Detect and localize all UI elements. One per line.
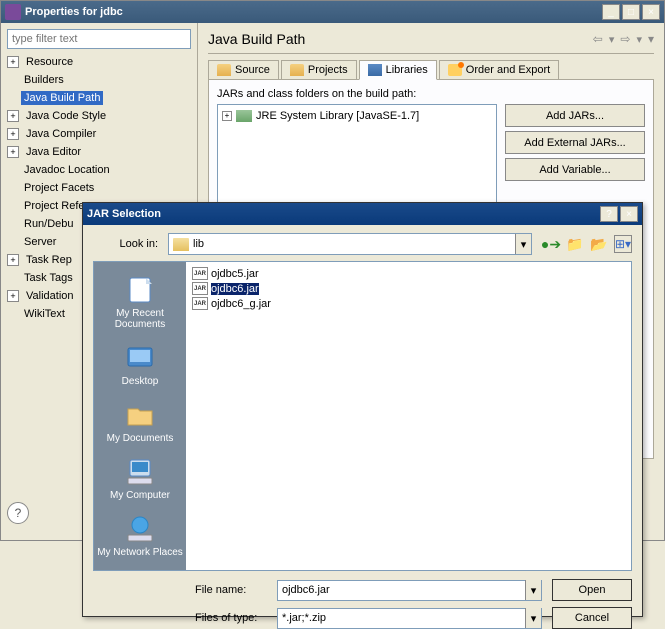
forward-arrow-icon[interactable]: ⇨ [620,32,630,46]
expand-icon[interactable]: + [7,56,19,68]
dialog-titlebar[interactable]: JAR Selection ? × [83,203,642,225]
jar-icon: JAR [192,267,208,280]
close-button[interactable]: × [620,206,638,222]
order-icon [448,64,462,76]
tab-source[interactable]: Source [208,60,279,79]
library-row[interactable]: + JRE System Library [JavaSE-1.7] [222,109,492,123]
tree-taskrepo[interactable]: Task Rep [23,253,75,267]
recent-documents-icon [124,274,156,306]
lookin-label: Look in: [93,238,158,250]
maximize-button[interactable]: □ [622,4,640,20]
cancel-button[interactable]: Cancel [552,607,632,629]
filetype-dropdown[interactable]: *.jar;*.zip ▾ [277,608,542,629]
tabs: Source Projects Libraries Order and Expo… [208,60,654,79]
new-folder-icon[interactable]: 📂 [590,235,608,253]
view-menu-icon[interactable]: ⊞▾ [614,235,632,253]
folder-icon [173,238,189,251]
add-external-jars-button[interactable]: Add External JARs... [505,131,645,154]
tree-facets[interactable]: Project Facets [21,181,97,195]
filename-label: File name: [195,584,267,596]
lookin-dropdown[interactable]: lib ▾ [168,233,532,255]
jar-icon: JAR [192,297,208,310]
folder-icon [217,64,231,76]
expand-icon[interactable]: + [7,254,19,266]
tree-code-style[interactable]: Java Code Style [23,109,109,123]
help-button[interactable]: ? [7,502,29,524]
tree-wikitext[interactable]: WikiText [21,307,68,321]
jre-label: JRE System Library [JavaSE-1.7] [256,110,419,122]
back-arrow-icon[interactable]: ⇦ [593,32,603,46]
tree-build-path[interactable]: Java Build Path [21,91,103,105]
dialog-title: JAR Selection [87,208,600,220]
expand-icon[interactable]: + [222,111,232,121]
library-icon [368,64,382,76]
main-titlebar[interactable]: Properties for jdbc _ □ × [1,1,664,23]
filetype-label: Files of type: [195,612,267,624]
my-documents-icon [124,399,156,431]
tree-tasktags[interactable]: Task Tags [21,271,76,285]
file-list[interactable]: JARojdbc5.jar JARojdbc6.jar JARojdbc6_g.… [186,262,631,570]
open-button[interactable]: Open [552,579,632,601]
tab-libraries[interactable]: Libraries [359,60,437,80]
lookin-value: lib [193,238,204,250]
menu-arrow-icon[interactable]: ▾ [648,32,654,46]
place-network[interactable]: My Network Places [94,507,186,564]
network-places-icon [124,513,156,545]
page-title: Java Build Path [208,31,593,47]
tree-server[interactable]: Server [21,235,59,249]
jars-label: JARs and class folders on the build path… [217,88,645,100]
place-recent[interactable]: My Recent Documents [94,268,186,336]
add-variable-button[interactable]: Add Variable... [505,158,645,181]
file-item[interactable]: JARojdbc6_g.jar [190,296,627,311]
expand-icon[interactable]: + [7,146,19,158]
expand-icon[interactable]: + [7,290,19,302]
window-title: Properties for jdbc [25,6,602,18]
tab-projects[interactable]: Projects [281,60,357,79]
tree-rundebug[interactable]: Run/Debu [21,217,77,231]
jre-library-icon [236,110,252,122]
tree-compiler[interactable]: Java Compiler [23,127,99,141]
places-bar: My Recent Documents Desktop My Documents… [94,262,186,570]
expand-icon[interactable]: + [7,110,19,122]
filter-input[interactable] [7,29,191,49]
folder-icon [290,64,304,76]
help-button[interactable]: ? [600,206,618,222]
tab-order[interactable]: Order and Export [439,60,559,79]
chevron-down-icon[interactable]: ▾ [525,580,541,600]
minimize-button[interactable]: _ [602,4,620,20]
jar-icon: JAR [192,282,208,295]
desktop-icon [124,342,156,374]
jar-selection-dialog: JAR Selection ? × Look in: lib ▾ ●➔ 📁 📂 … [82,202,643,617]
tree-editor[interactable]: Java Editor [23,145,84,159]
back-icon[interactable]: ●➔ [542,235,560,253]
place-desktop[interactable]: Desktop [94,336,186,393]
up-folder-icon[interactable]: 📁 [566,235,584,253]
close-button[interactable]: × [642,4,660,20]
eclipse-icon [5,4,21,20]
chevron-down-icon[interactable]: ▾ [525,608,541,628]
chevron-down-icon[interactable]: ▾ [515,234,531,254]
add-jars-button[interactable]: Add JARs... [505,104,645,127]
place-mydocs[interactable]: My Documents [94,393,186,450]
my-computer-icon [124,456,156,488]
place-mycomputer[interactable]: My Computer [94,450,186,507]
filename-input[interactable]: ojdbc6.jar ▾ [277,580,542,601]
expand-icon[interactable]: + [7,128,19,140]
tree-builders[interactable]: Builders [21,73,67,87]
tree-javadoc[interactable]: Javadoc Location [21,163,113,177]
file-item[interactable]: JARojdbc5.jar [190,266,627,281]
tree-validation[interactable]: Validation [23,289,77,303]
tree-resource[interactable]: Resource [23,55,76,69]
file-item-selected[interactable]: JARojdbc6.jar [190,281,627,296]
